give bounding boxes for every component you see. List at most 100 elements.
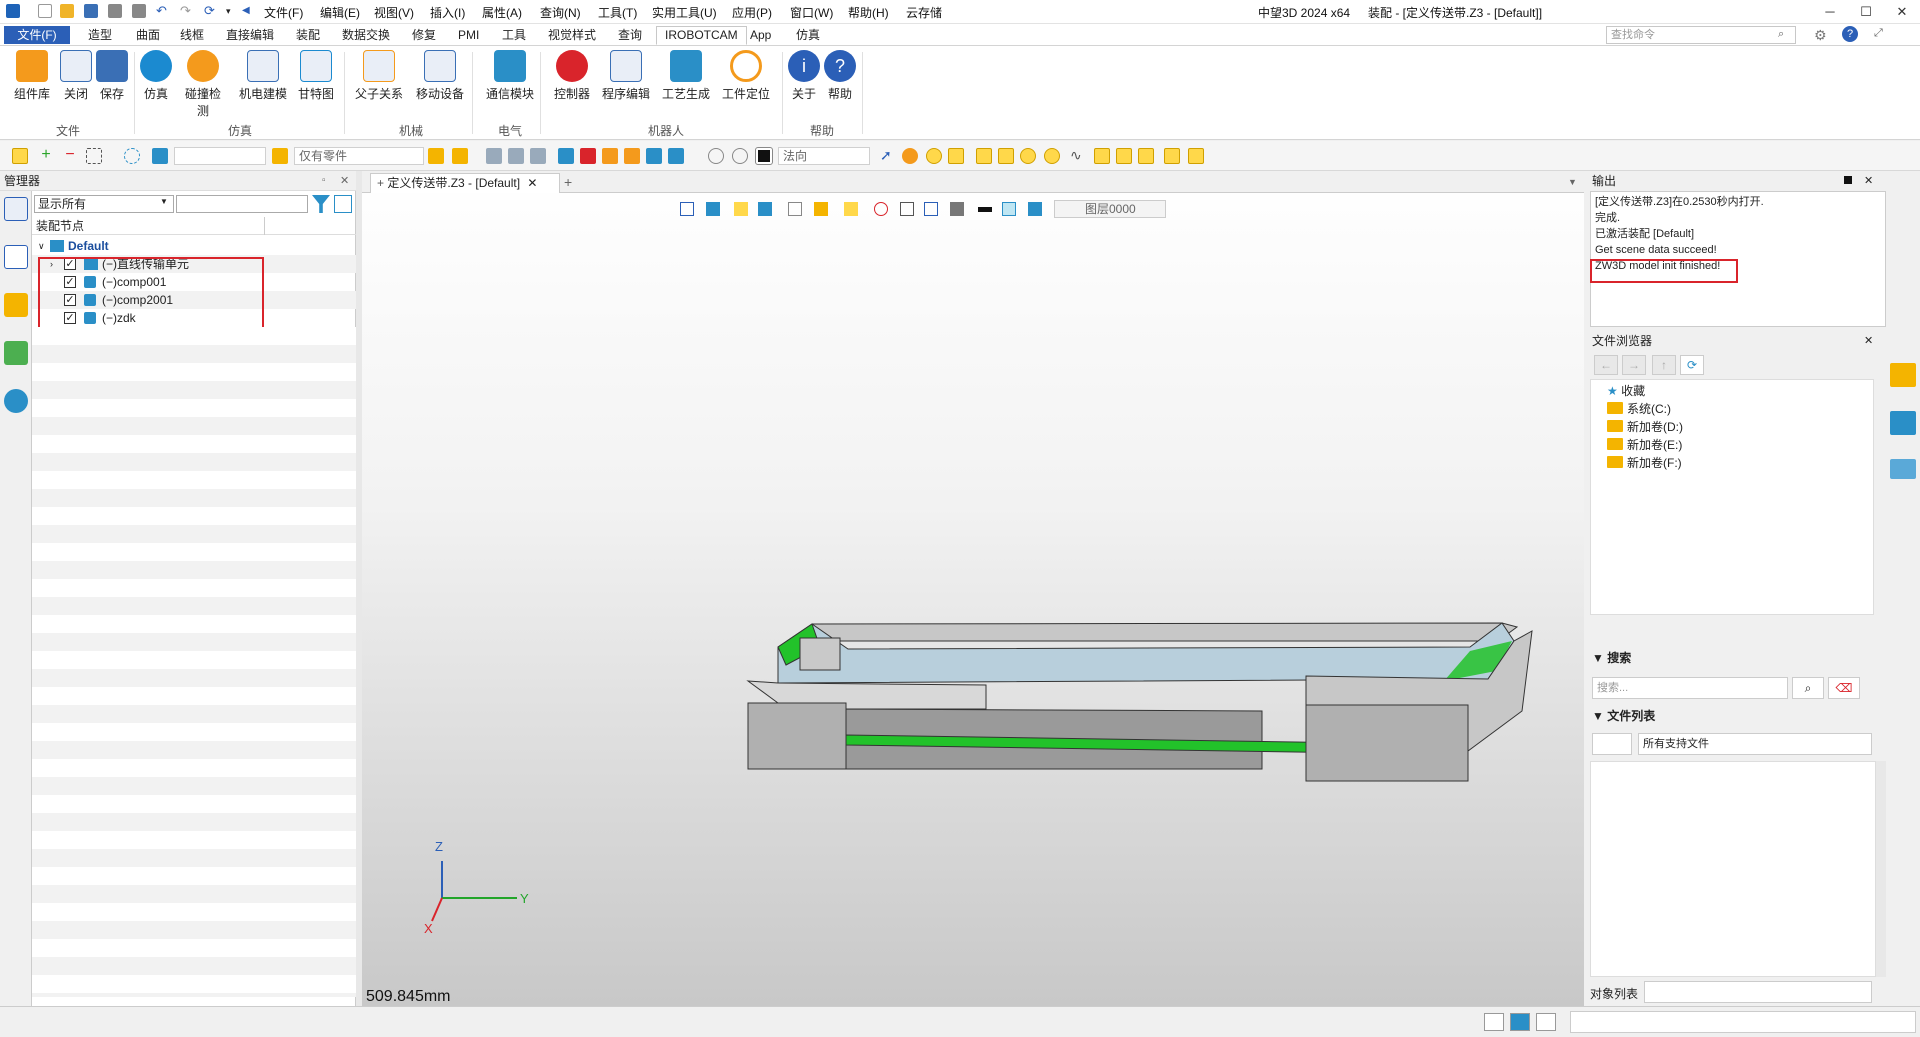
tab-tools[interactable]: 工具: [494, 27, 534, 46]
add-icon[interactable]: +: [38, 147, 54, 164]
status-input[interactable]: [1570, 1011, 1916, 1033]
print-icon[interactable]: [108, 4, 122, 18]
tab-wireframe[interactable]: 线框: [172, 27, 212, 46]
tab-file[interactable]: 文件(F): [4, 26, 70, 44]
remove-icon[interactable]: −: [62, 147, 78, 164]
tab-direct-edit[interactable]: 直接编辑: [218, 27, 282, 46]
folder-tab-icon[interactable]: [1890, 363, 1916, 387]
tree-root-row[interactable]: ∨ Default: [32, 237, 356, 255]
history-tree-icon[interactable]: [4, 197, 28, 221]
view-measure-icon[interactable]: [924, 202, 938, 216]
forward-arrow-icon[interactable]: →: [1622, 355, 1646, 375]
filter-icon[interactable]: [152, 148, 168, 164]
tool-icon[interactable]: [646, 148, 662, 164]
new-tab-icon[interactable]: +: [564, 174, 572, 190]
simulate-button[interactable]: 仿真: [136, 50, 176, 102]
view-line-icon[interactable]: [978, 207, 992, 212]
save-icon[interactable]: [84, 4, 98, 18]
tool-icon[interactable]: [668, 148, 684, 164]
snap-center-icon[interactable]: [926, 148, 942, 164]
ribbon-collapse-icon[interactable]: ⤢: [1874, 27, 1883, 40]
close-tab-icon[interactable]: ✕: [527, 176, 537, 190]
object-list-select[interactable]: [1644, 981, 1872, 1003]
menu-window[interactable]: 窗口(W): [790, 4, 833, 21]
snap-arc-icon[interactable]: [1044, 148, 1060, 164]
close-panel-icon[interactable]: ✕: [1864, 331, 1873, 351]
search-section-header[interactable]: ▼ 搜索: [1592, 649, 1631, 666]
tool-icon[interactable]: [508, 148, 524, 164]
tool-icon[interactable]: [558, 148, 574, 164]
document-tab[interactable]: + 定义传送带.Z3 - [Default] ✕: [370, 173, 560, 193]
print-preview-icon[interactable]: [132, 4, 146, 18]
menu-query[interactable]: 查询(N): [540, 4, 581, 21]
file-list[interactable]: [1590, 761, 1876, 977]
refresh-icon[interactable]: ⟳: [204, 4, 218, 18]
fb-drive-d[interactable]: 新加卷(D:): [1591, 418, 1683, 436]
view-wire-icon[interactable]: [788, 202, 802, 216]
stack-tab-icon[interactable]: [1890, 459, 1916, 479]
pick-mode-icon[interactable]: [272, 148, 288, 164]
maximize-button[interactable]: ☐: [1848, 2, 1884, 22]
tool-icon[interactable]: [580, 148, 596, 164]
view-fit-icon[interactable]: [680, 202, 694, 216]
snap-tool-icon[interactable]: [1116, 148, 1132, 164]
cursor-icon[interactable]: ➚: [880, 148, 896, 164]
menu-file[interactable]: 文件(F): [264, 4, 303, 21]
open-file-icon[interactable]: [60, 4, 74, 18]
fb-favorites[interactable]: ★ 收藏: [1591, 382, 1645, 400]
up-arrow-icon[interactable]: ↑: [1652, 355, 1676, 375]
view-orient-icon[interactable]: [706, 202, 720, 216]
minimize-button[interactable]: ─: [1812, 2, 1848, 22]
tab-visual-style[interactable]: 视觉样式: [540, 27, 604, 46]
redo-icon[interactable]: ↷: [180, 4, 194, 18]
snap-tool-icon[interactable]: [1138, 148, 1154, 164]
mechatronics-model-button[interactable]: 机电建模: [238, 50, 288, 102]
pin-icon[interactable]: +: [377, 176, 384, 190]
snap-end-icon[interactable]: [976, 148, 992, 164]
view-pivot-icon[interactable]: [874, 202, 888, 216]
fb-drive-e[interactable]: 新加卷(E:): [1591, 436, 1682, 454]
nav-left-icon[interactable]: ◀: [242, 4, 256, 18]
toggle-icon[interactable]: [732, 148, 748, 164]
filter-icon[interactable]: [312, 195, 330, 213]
file-list-scrollbar[interactable]: [1876, 761, 1886, 977]
view-background-icon[interactable]: [950, 202, 964, 216]
status-layout-icon[interactable]: [1484, 1013, 1504, 1031]
snap-midpoint-icon[interactable]: [948, 148, 964, 164]
tool-icon[interactable]: [602, 148, 618, 164]
menu-apps[interactable]: 应用(P): [732, 4, 772, 21]
workpiece-locate-button[interactable]: 工件定位: [720, 50, 772, 102]
fb-drive-f[interactable]: 新加卷(F:): [1591, 454, 1682, 472]
menu-insert[interactable]: 插入(I): [430, 4, 465, 21]
file-list-section-header[interactable]: ▼ 文件列表: [1592, 707, 1655, 724]
scene-icon[interactable]: [4, 341, 28, 365]
tab-irobotcam[interactable]: IROBOTCAM: [656, 26, 747, 45]
move-device-button[interactable]: 移动设备: [414, 50, 466, 102]
search-icon[interactable]: ⌕: [1792, 677, 1824, 699]
box-select-icon[interactable]: [86, 148, 102, 164]
view-zoom-icon[interactable]: [900, 202, 914, 216]
customize-dropdown-icon[interactable]: ▾: [226, 4, 240, 18]
menu-utilities[interactable]: 实用工具(U): [652, 4, 717, 21]
close-button[interactable]: ✕: [1884, 2, 1920, 22]
select-tool-icon[interactable]: [12, 148, 28, 164]
snap2-icon[interactable]: [452, 148, 468, 164]
parent-child-button[interactable]: 父子关系: [354, 50, 404, 102]
file-type-select[interactable]: 所有支持文件: [1638, 733, 1872, 755]
close-panel-icon[interactable]: ✕: [340, 171, 349, 191]
view-layer-icon[interactable]: [1028, 202, 1042, 216]
back-arrow-icon[interactable]: ←: [1594, 355, 1618, 375]
tab-modeling[interactable]: 造型: [80, 27, 120, 46]
search-icon[interactable]: ⌕: [1778, 28, 1784, 41]
snap-circle-icon[interactable]: [1020, 148, 1036, 164]
manager-search-input[interactable]: [176, 195, 308, 213]
snap-tool-icon[interactable]: [1188, 148, 1204, 164]
status-display-icon[interactable]: [1510, 1013, 1530, 1031]
snap-tangent-icon[interactable]: [1094, 148, 1110, 164]
assembly-manager-icon[interactable]: [4, 245, 28, 269]
close-panel-icon[interactable]: ✕: [1864, 171, 1873, 191]
stop-icon[interactable]: [1844, 176, 1852, 184]
help-button[interactable]: ? 帮助: [820, 50, 860, 102]
tab-app[interactable]: App: [742, 27, 779, 46]
about-button[interactable]: i 关于: [784, 50, 824, 102]
